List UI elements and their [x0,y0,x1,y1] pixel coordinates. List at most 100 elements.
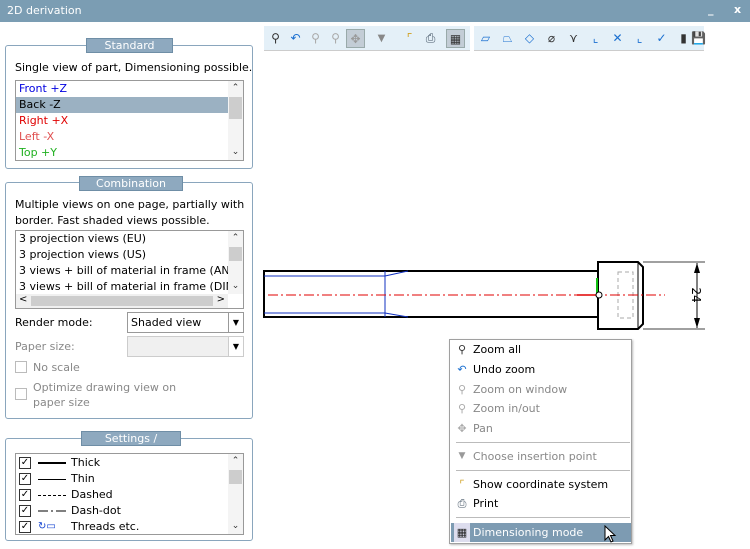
list-item[interactable]: ✓ Thin [16,471,243,487]
mouse-cursor-icon [604,525,617,543]
thick-line-icon [38,462,66,464]
zoom-in-out-icon[interactable]: ⚲ [326,29,345,48]
list-item[interactable]: Back -Z [16,97,229,113]
trapezoid-icon[interactable]: ⏢ [498,29,517,48]
close-button[interactable]: x [734,3,741,16]
vertical-dim-icon[interactable]: ⌞ [630,29,649,48]
menu-separator [456,470,630,471]
horizontal-dim-icon[interactable]: ⌞ [586,29,605,48]
list-item[interactable]: 3 views + bill of material in frame (DIN… [16,279,243,295]
printer-icon: ⎙ [457,497,467,510]
thin-line-icon [38,479,66,480]
rotated-rect-icon[interactable]: ◇ [520,29,539,48]
dimensioning-icon[interactable]: ▦ [446,29,465,48]
render-mode-label: Render mode: [15,316,93,329]
no-scale-label: No scale [33,361,80,374]
optimize-label-1: Optimize drawing view on [33,381,177,394]
undo-icon: ↶ [457,363,467,376]
drawing-canvas[interactable]: 24 [255,250,725,340]
view-toolbar: ⚲ ↶ ⚲ ⚲ ✥ ▼ ⌜ ⎙ ▦ [264,26,470,51]
chamfer-dim-icon[interactable]: ✕ [608,29,627,48]
chevron-down-icon: ▼ [228,337,243,356]
triangle-down-icon: ▼ [458,451,466,461]
vertical-scrollbar[interactable]: ⌃ ⌄ [228,454,243,534]
menu-item-zoom-all[interactable]: ⚲ Zoom all [451,340,631,359]
shaft-outline [263,270,601,318]
menu-item-undo-zoom[interactable]: ↶ Undo zoom [451,360,631,379]
dimension-value[interactable]: 24 [689,287,703,302]
list-item[interactable]: ✓ Dashed [16,487,243,503]
menu-item-zoom-in-out[interactable]: ⚲ Zoom in/out [451,399,631,418]
standard-views-legend: Standard views [86,38,173,65]
combination-description-2: border. Fast shaded views possible. [15,214,210,227]
pan-icon: ✥ [457,422,467,435]
dimensioning-icon: ▦ [454,523,470,542]
settings-legend: Settings / visibility [81,431,181,458]
pan-icon[interactable]: ✥ [346,29,365,48]
coordinate-system-icon[interactable]: ⌜ [400,29,419,48]
no-scale-checkbox[interactable] [15,361,27,373]
menu-label: Print [473,497,499,510]
thin-checkbox[interactable]: ✓ [19,473,31,485]
menu-label: Undo zoom [473,363,536,376]
list-item[interactable]: ✓ ↻▭ Threads etc. [16,519,243,534]
threads-checkbox[interactable]: ✓ [19,521,31,533]
optimize-checkbox[interactable] [15,388,27,400]
list-item[interactable]: ✓ Thick [16,455,243,471]
combination-views-list[interactable]: 3 projection views (EU) 3 projection vie… [15,230,244,309]
list-item[interactable]: Front +Z [16,81,229,97]
vertical-scrollbar[interactable]: ⌃ ⌄ [228,231,243,294]
render-mode-select[interactable]: Shaded view ▼ [127,312,244,333]
save-icon[interactable]: 💾 [689,29,708,48]
thick-label: Thick [71,456,101,469]
standard-views-list[interactable]: Front +Z Back -Z Right +X Left -X Top +Y… [15,80,244,161]
paper-size-label: Paper size: [15,340,75,353]
menu-label: Choose insertion point [473,450,597,463]
menu-item-pan[interactable]: ✥ Pan [451,419,631,438]
menu-label: Zoom on window [473,383,568,396]
menu-item-show-coordinate-system[interactable]: ⌜ Show coordinate system [451,475,631,494]
menu-label: Dimensioning mode [473,526,584,539]
list-item[interactable]: 3 projection views (EU) [16,231,243,247]
menu-item-zoom-window[interactable]: ⚲ Zoom on window [451,380,631,399]
menu-item-print[interactable]: ⎙ Print [451,494,631,513]
chevron-down-icon: ▼ [228,313,243,332]
coordinate-system-icon: ⌜ [459,478,465,491]
list-item[interactable]: Top +Y [16,145,243,160]
leader-icon[interactable]: ✓ [652,29,671,48]
printer-icon[interactable]: ⎙ [421,29,440,48]
zoom-all-icon[interactable]: ⚲ [266,29,285,48]
menu-label: Zoom in/out [473,402,540,415]
undo-icon[interactable]: ↶ [286,29,305,48]
menu-separator [456,517,630,518]
diameter-icon[interactable]: ⌀ [542,29,561,48]
list-item[interactable]: 3 views + bill of material in frame (ANS… [16,263,243,279]
triangle-down-icon[interactable]: ▼ [372,29,391,48]
dash-dot-label: Dash-dot [71,504,121,517]
dashed-checkbox[interactable]: ✓ [19,489,31,501]
list-item[interactable]: Right +X [16,113,243,129]
render-mode-value: Shaded view [131,316,202,329]
dashed-label: Dashed [71,488,113,501]
zoom-window-icon: ⚲ [457,383,467,396]
vertical-scrollbar[interactable]: ⌃ ⌄ [228,81,243,160]
minimize-button[interactable]: _ [708,3,714,16]
list-item[interactable]: 3 projection views (US) [16,247,243,263]
zoom-window-icon[interactable]: ⚲ [306,29,325,48]
list-item[interactable]: Left -X [16,129,243,145]
dash-dot-checkbox[interactable]: ✓ [19,505,31,517]
threads-label: Threads etc. [71,520,140,533]
horizontal-scrollbar[interactable]: < > [16,294,228,308]
polygon-icon[interactable]: ▱ [476,29,495,48]
paper-size-select[interactable]: ▼ [127,336,244,357]
list-item[interactable]: ✓ Dash-dot [16,503,243,519]
origin-marker [595,291,603,299]
dimension-toolbar: ▱ ⏢ ◇ ⌀ ⋎ ⌞ ✕ ⌞ ✓ ▮ 💾 [474,26,706,51]
title-bar: 2D derivation _ x [0,0,750,22]
thick-checkbox[interactable]: ✓ [19,457,31,469]
menu-item-choose-insertion-point[interactable]: ▼ Choose insertion point [451,447,631,466]
settings-list[interactable]: ✓ Thick ✓ Thin ✓ Dashed ✓ Dash-dot ✓ ↻▭ Thread… [15,453,244,535]
angle-icon[interactable]: ⋎ [564,29,583,48]
dash-dot-line-icon [38,510,66,512]
window-title: 2D derivation [7,4,82,17]
